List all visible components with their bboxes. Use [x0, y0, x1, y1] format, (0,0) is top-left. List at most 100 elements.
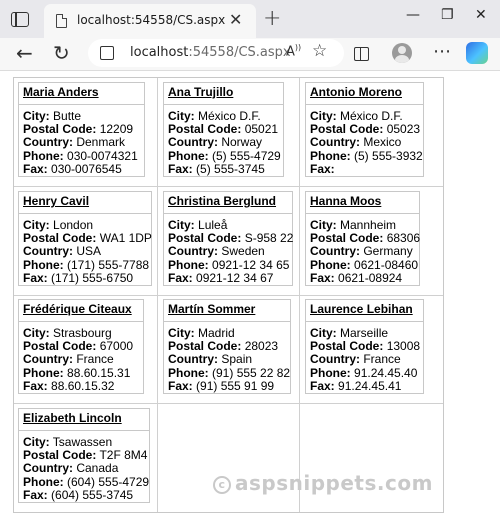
customer-fax: 0621-08924: [338, 270, 403, 285]
customer-city: Luleå: [198, 218, 228, 232]
customer-phone: (5) 555-4729: [212, 148, 281, 163]
customer-postal-code: 12209: [99, 122, 134, 137]
customer-fax: 0921-12 34 67: [196, 270, 274, 285]
browser-tab[interactable]: localhost:54558/CS.aspx ✕: [44, 4, 256, 38]
customer-country: France: [363, 352, 401, 367]
customer-country: Spain: [221, 352, 253, 367]
customer-card: Hanna Moos City: Mannheim Postal Code: 6…: [305, 191, 420, 286]
customer-country: Sweden: [221, 244, 265, 259]
customer-fax: (604) 555-3745: [51, 487, 134, 502]
customer-city: México D.F.: [198, 109, 261, 123]
customer-details: City: Madrid Postal Code: 28023 Country:…: [168, 326, 291, 393]
customer-country: France: [76, 352, 114, 367]
customer-city: Madrid: [198, 326, 235, 340]
customer-phone: (171) 555-7788: [67, 257, 150, 272]
customer-country: Denmark: [76, 135, 126, 150]
browser-toolbar: ← ↻ localhost:54558/CS.aspx A)) ☆ ⋯: [0, 38, 500, 70]
customer-name: Hanna Moos: [310, 194, 382, 208]
customer-card: Ana Trujillo City: México D.F. Postal Co…: [163, 82, 284, 177]
customer-name: Martín Sommer: [168, 302, 256, 316]
customer-phone: 88.60.15.31: [67, 365, 131, 380]
customer-details: City: Tsawassen Postal Code: T2F 8M4 Cou…: [23, 435, 150, 502]
customer-country: Mexico: [363, 135, 402, 150]
customer-phone: (5) 555-3932: [354, 148, 423, 163]
customer-city: México D.F.: [340, 109, 403, 123]
card-divider: [19, 213, 151, 214]
customer-card: Martín Sommer City: Madrid Postal Code: …: [163, 299, 291, 394]
restore-icon[interactable]: ❐: [441, 7, 454, 23]
tab-close-icon[interactable]: ✕: [229, 11, 242, 29]
customer-card: Christina Berglund City: Luleå Postal Co…: [163, 191, 293, 286]
tab-strip-icon[interactable]: [11, 12, 29, 27]
customer-fax: (91) 555 91 99: [196, 378, 275, 393]
customer-details: City: Strasbourg Postal Code: 67000 Coun…: [23, 326, 134, 393]
more-options-icon[interactable]: ⋯: [433, 41, 452, 62]
close-window-icon[interactable]: ✕: [475, 7, 487, 23]
row-divider: [14, 295, 443, 296]
copyright-icon: c: [213, 476, 231, 494]
customer-city: Mannheim: [340, 218, 397, 232]
url-text[interactable]: localhost:54558/CS.aspx: [130, 45, 291, 60]
customer-postal-code: WA1 1DP: [99, 231, 152, 246]
customer-card: Elizabeth Lincoln City: Tsawassen Postal…: [18, 408, 150, 503]
customer-name: Elizabeth Lincoln: [23, 411, 122, 425]
customer-postal-code: 68306: [386, 231, 421, 246]
customer-city: Marseille: [340, 326, 389, 340]
customer-city: Strasbourg: [53, 326, 112, 340]
customer-city: Tsawassen: [52, 435, 113, 449]
customer-city: Butte: [53, 109, 82, 123]
customer-country: Norway: [221, 135, 263, 150]
customer-card: Laurence Lebihan City: Marseille Postal …: [305, 299, 424, 394]
split-screen-icon[interactable]: [354, 47, 369, 61]
read-aloud-icon[interactable]: A)): [286, 43, 301, 59]
customer-name: Maria Anders: [23, 85, 99, 99]
profile-avatar[interactable]: [392, 43, 412, 63]
customer-country: Canada: [76, 461, 119, 476]
customer-postal-code: 28023: [244, 339, 279, 354]
customers-datalist: Maria Anders City: Butte Postal Code: 12…: [13, 77, 444, 513]
customer-postal-code: S-958 22: [244, 231, 294, 246]
customer-details: City: Mannheim Postal Code: 68306 Countr…: [310, 218, 421, 285]
card-divider: [306, 104, 423, 105]
customer-postal-code: 67000: [99, 339, 134, 354]
customer-country: USA: [76, 244, 102, 259]
row-divider: [14, 186, 443, 187]
customer-fax: (171) 555-6750: [51, 270, 134, 285]
customer-phone: (91) 555 22 82: [212, 365, 291, 380]
card-divider: [164, 213, 292, 214]
card-divider: [19, 430, 149, 431]
customer-city: London: [53, 218, 94, 232]
customer-phone: 0621-08460: [354, 257, 419, 272]
customer-phone: 91.24.45.40: [354, 365, 418, 380]
customer-details: City: London Postal Code: WA1 1DP Countr…: [23, 218, 152, 285]
favorite-star-icon[interactable]: ☆: [312, 41, 327, 61]
customer-fax: 91.24.45.41: [338, 378, 402, 393]
card-divider: [164, 104, 283, 105]
customer-details: City: Butte Postal Code: 12209 Country: …: [23, 109, 138, 176]
customer-details: City: México D.F. Postal Code: 05021 Cou…: [168, 109, 281, 176]
page-viewport: Maria Anders City: Butte Postal Code: 12…: [0, 70, 500, 523]
minimize-icon[interactable]: —: [406, 7, 420, 23]
customer-name: Henry Cavil: [23, 194, 90, 208]
back-icon[interactable]: ←: [16, 41, 33, 65]
row-divider: [14, 403, 443, 404]
page-icon: [56, 13, 68, 28]
card-divider: [306, 213, 419, 214]
watermark: c aspsnippets.com: [213, 471, 433, 495]
address-bar[interactable]: localhost:54558/CS.aspx A)) ☆: [88, 39, 344, 67]
customer-card: Henry Cavil City: London Postal Code: WA…: [18, 191, 152, 286]
new-tab-button[interactable]: +: [263, 8, 281, 30]
customer-fax: (5) 555-3745: [196, 161, 265, 176]
customer-postal-code: 13008: [386, 339, 421, 354]
customer-card: Frédérique Citeaux City: Strasbourg Post…: [18, 299, 144, 394]
site-info-icon[interactable]: [100, 46, 114, 60]
customer-details: City: México D.F. Postal Code: 05023 Cou…: [310, 109, 423, 176]
watermark-text: aspsnippets.com: [235, 471, 433, 495]
customer-country: Germany: [363, 244, 413, 259]
customer-phone: (604) 555-4729: [67, 474, 150, 489]
copilot-icon[interactable]: [466, 42, 488, 64]
refresh-icon[interactable]: ↻: [53, 41, 70, 65]
customer-fax: 030-0076545: [51, 161, 122, 176]
customer-name: Ana Trujillo: [168, 85, 234, 99]
customer-postal-code: T2F 8M4: [99, 448, 148, 463]
